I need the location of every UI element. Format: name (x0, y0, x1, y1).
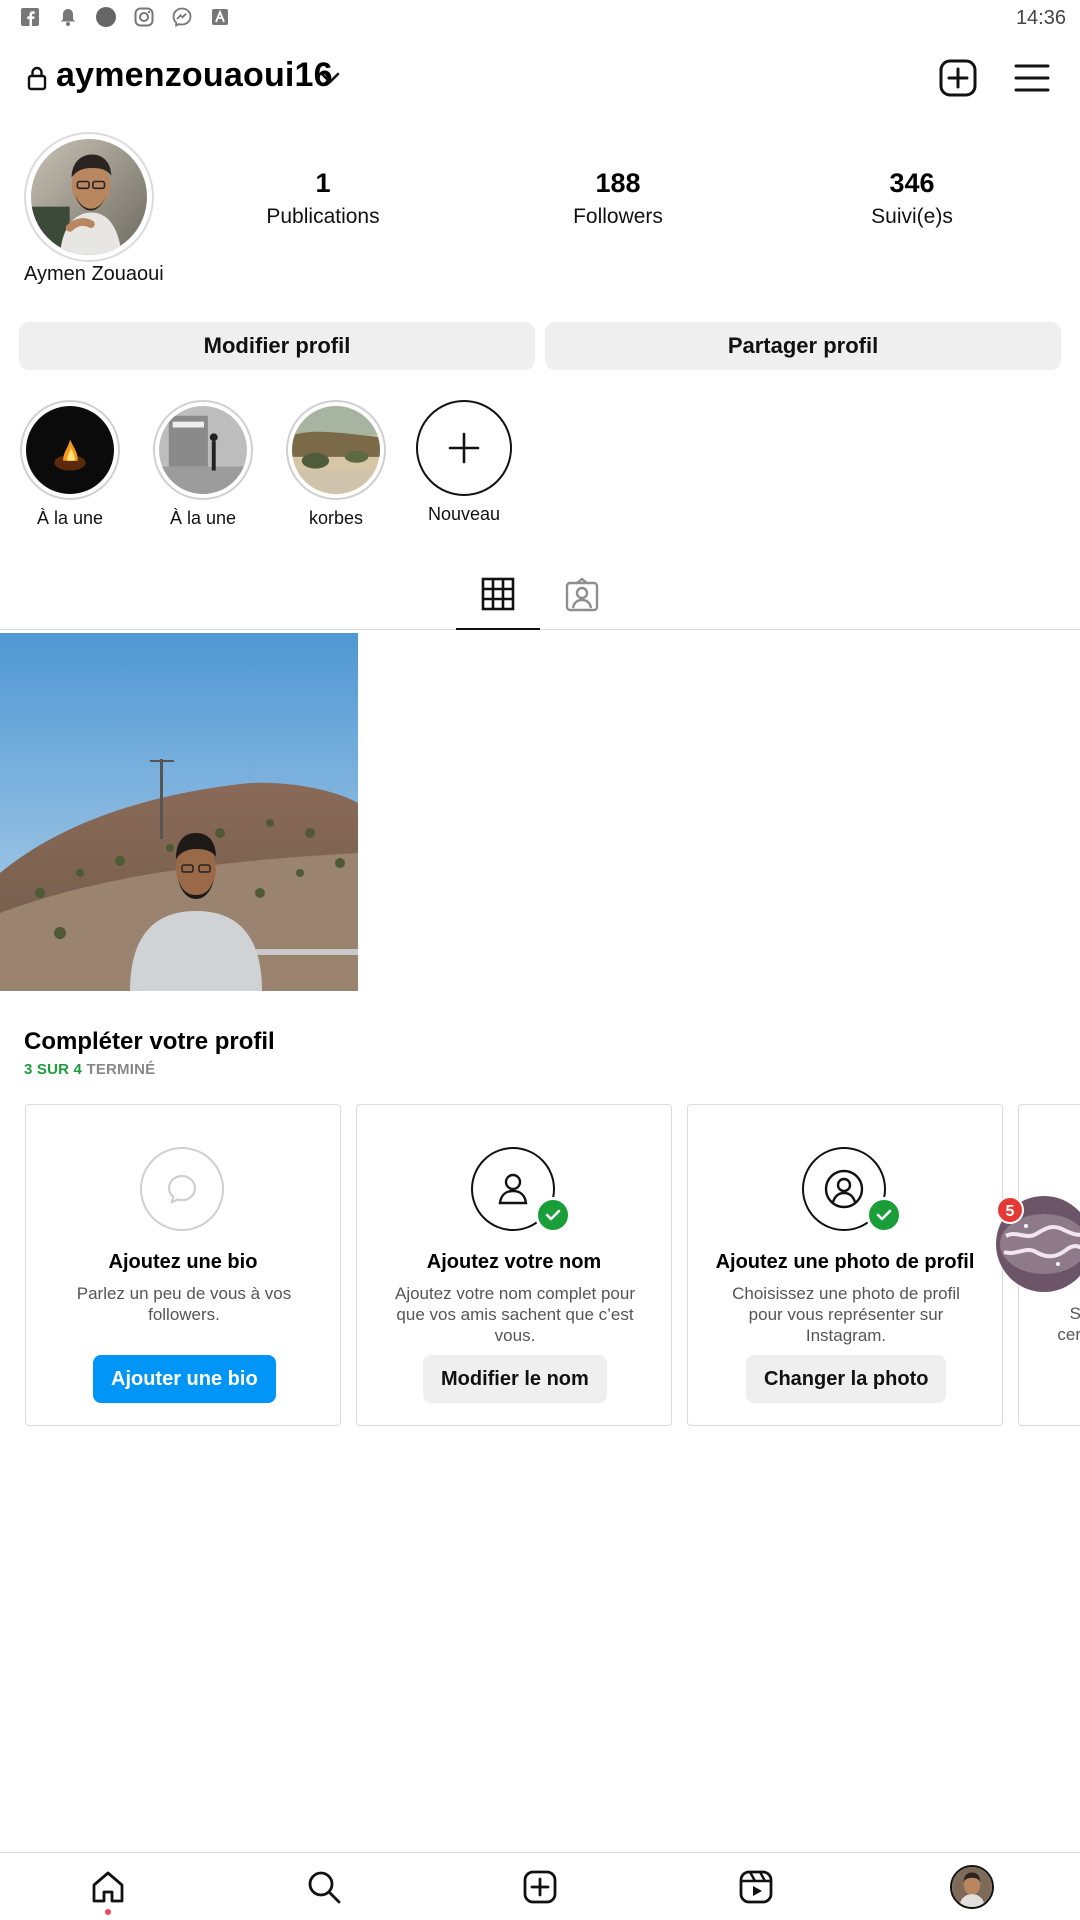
nav-home[interactable] (84, 1863, 132, 1911)
check-icon (866, 1197, 902, 1233)
status-time: 14:36 (1015, 7, 1066, 29)
add-name-card: Ajoutez votre nom Ajoutez votre nom comp… (356, 1104, 672, 1426)
complete-profile-progress: 3 SUR 4 TERMINÉ (24, 1061, 155, 1078)
nav-search[interactable] (300, 1863, 348, 1911)
messenger-icon (172, 7, 192, 27)
add-bio-button[interactable]: Ajouter une bio (93, 1355, 276, 1403)
nav-create[interactable] (516, 1863, 564, 1911)
post-thumbnail[interactable] (0, 633, 358, 991)
progress-suffix: TERMINÉ (82, 1061, 156, 1078)
font-a-icon (210, 7, 230, 27)
check-icon (535, 1197, 571, 1233)
home-activity-dot (105, 1909, 111, 1915)
profile-avatar[interactable] (24, 132, 154, 262)
circle-icon (96, 7, 116, 27)
bottom-nav (0, 1852, 1080, 1920)
facebook-icon (20, 7, 40, 27)
tagged-person-icon (565, 577, 599, 612)
grid-icon (481, 577, 515, 611)
card-description: Ajoutez votre nom complet pour que vos a… (394, 1284, 635, 1345)
profile-header: aymenzouaoui16 (0, 48, 1080, 110)
highlight-street-image (159, 406, 247, 494)
stat-label: Followers (573, 205, 663, 228)
stat-label: Suivi(e)s (871, 205, 953, 228)
share-profile-button[interactable]: Partager profil (545, 322, 1061, 370)
highlight-label: Nouveau (427, 504, 501, 524)
stat-value: 188 (595, 168, 641, 198)
display-name: Aymen Zouaoui (24, 263, 164, 285)
username[interactable]: aymenzouaoui16 (56, 56, 333, 95)
tab-tagged[interactable] (540, 560, 624, 630)
complete-profile-title: Compléter votre profil (24, 1028, 275, 1055)
stat-following[interactable]: 346 Suivi(e)s (812, 168, 1012, 229)
search-icon (308, 1871, 341, 1904)
post-photo (0, 633, 358, 991)
menu-icon[interactable] (1012, 60, 1052, 96)
avatar-photo (31, 139, 147, 255)
card-title: Ajoutez une photo de profil (715, 1251, 975, 1273)
new-highlight-button[interactable]: Nouveau (412, 400, 516, 525)
highlight-label: À la une (169, 508, 237, 528)
reels-icon (739, 1870, 773, 1904)
change-photo-button[interactable]: Changer la photo (746, 1355, 947, 1403)
highlight-label: korbes (308, 508, 364, 528)
notification-count-badge: 5 (996, 1196, 1024, 1224)
chevron-down-icon[interactable] (318, 68, 342, 88)
tab-posts-grid[interactable] (456, 560, 540, 630)
highlight-item[interactable]: À la une (151, 400, 255, 529)
plus-icon (448, 432, 480, 464)
card-description: Parlez un peu de vous à vos followers. (76, 1284, 292, 1324)
edit-name-button[interactable]: Modifier le nom (423, 1355, 607, 1403)
home-icon (92, 1871, 124, 1903)
notification-bell-icon (58, 7, 78, 27)
add-profile-photo-card: Ajoutez une photo de profil Choisissez u… (687, 1104, 1003, 1426)
card-description: Choisissez une photo de profil pour vous… (732, 1284, 960, 1345)
nav-reels[interactable] (732, 1863, 780, 1911)
lock-icon (27, 66, 47, 91)
stat-publications[interactable]: 1 Publications (223, 168, 423, 229)
stat-label: Publications (266, 205, 380, 228)
add-bio-card: Ajoutez une bio Parlez un peu de vous à … (25, 1104, 341, 1426)
create-icon (523, 1870, 557, 1904)
stat-value: 1 (315, 168, 331, 198)
profile-avatar-small (952, 1867, 992, 1907)
stat-value: 346 (889, 168, 935, 198)
highlight-item[interactable]: korbes (284, 400, 388, 529)
highlight-item[interactable]: À la une (18, 400, 122, 529)
nav-profile[interactable] (948, 1863, 996, 1911)
card-title: Ajoutez votre nom (426, 1251, 602, 1273)
create-post-icon[interactable] (938, 58, 978, 98)
profile-tabs (0, 560, 1080, 630)
progress-count: 3 SUR 4 (24, 1061, 83, 1078)
card-description: S cer (1057, 1304, 1080, 1344)
bio-icon (140, 1147, 224, 1231)
highlight-campfire-image (26, 406, 114, 494)
highlight-landscape-image (292, 406, 380, 494)
highlight-label: À la une (36, 508, 104, 528)
stat-followers[interactable]: 188 Followers (518, 168, 718, 229)
card-title: Ajoutez une bio (108, 1251, 258, 1273)
edit-profile-button[interactable]: Modifier profil (19, 322, 535, 370)
instagram-icon (134, 7, 154, 27)
status-bar: 14:36 (0, 0, 1080, 38)
